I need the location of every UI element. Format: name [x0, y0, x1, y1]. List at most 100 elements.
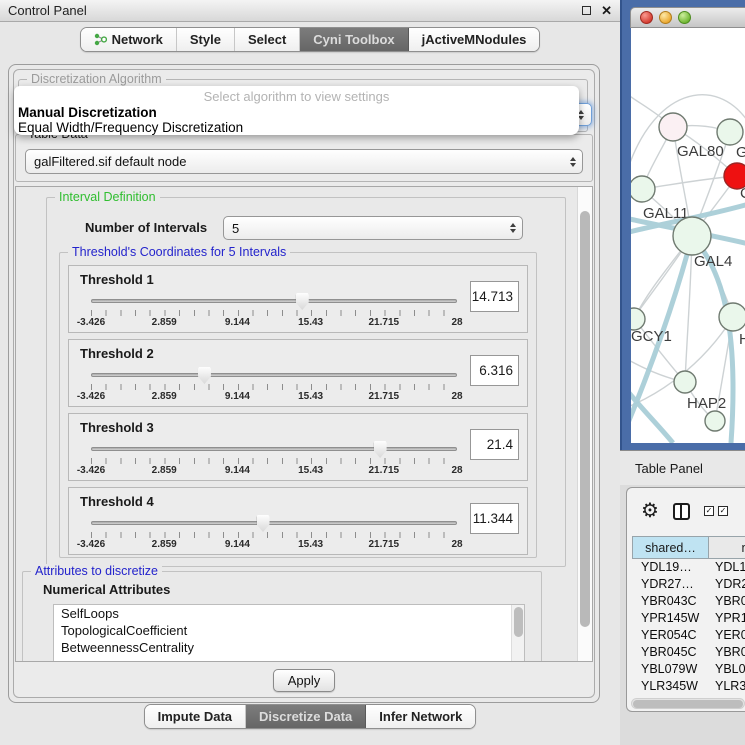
table-data-combobox[interactable]: galFiltered.sif default node [25, 149, 583, 174]
table-cell[interactable]: YBR043C [632, 593, 712, 610]
table-row[interactable]: YBR043CYBR0 [632, 593, 745, 610]
slider-track[interactable] [91, 299, 457, 303]
table-row[interactable]: YBR045CYBR0 [632, 644, 745, 661]
threshold-slider[interactable]: -3.426 2.859 9.144 15.43 21.715 28 [91, 441, 457, 479]
table-cell[interactable]: YDR27… [632, 576, 712, 593]
tab-style[interactable]: Style [177, 28, 235, 51]
tab-jactivemnodules[interactable]: jActiveMNodules [409, 28, 540, 51]
checkbox-icon[interactable]: ✓ [704, 506, 714, 516]
column-checkboxes: ✓ ✓ [704, 506, 728, 516]
dropdown-option-manual[interactable]: Manual Discretization [14, 105, 579, 120]
table-cell[interactable]: YBR045C [632, 644, 712, 661]
tab-discretize-data[interactable]: Discretize Data [246, 705, 366, 728]
tab-impute-data[interactable]: Impute Data [145, 705, 246, 728]
table-cell[interactable]: YBR0 [712, 644, 745, 661]
slider-thumb[interactable] [374, 441, 387, 458]
network-window-titlebar[interactable] [630, 7, 745, 28]
table-data-group: Table Data galFiltered.sif default node [15, 134, 593, 182]
checkbox-icon[interactable]: ✓ [718, 506, 728, 516]
numerical-attributes-label: Numerical Attributes [43, 582, 170, 597]
slider-track[interactable] [91, 521, 457, 525]
gear-icon[interactable]: ⚙ [641, 501, 659, 521]
network-node-label: H [739, 331, 745, 348]
table-cell[interactable]: YLR3 [712, 678, 745, 695]
tab-network[interactable]: Network [81, 28, 177, 51]
table-row[interactable]: YPR145WYPR1 [632, 610, 745, 627]
dropdown-prompt-item[interactable]: Select algorithm to view settings [14, 88, 579, 105]
threshold-value-field[interactable]: 14.713 [470, 281, 519, 312]
slider-ticks [91, 532, 458, 538]
table-panel-header: Table Panel [620, 450, 745, 485]
tab-label: Cyni Toolbox [313, 32, 394, 47]
threshold-value-field[interactable]: 21.4 [470, 429, 519, 460]
scrollbar-thumb[interactable] [633, 700, 743, 708]
scrollbar-thumb[interactable] [580, 211, 590, 627]
slider-thumb[interactable] [198, 367, 211, 384]
column-header-name[interactable]: na [709, 536, 745, 559]
network-node[interactable] [717, 119, 743, 145]
minimize-traffic-light-icon[interactable] [659, 11, 672, 24]
network-node[interactable] [674, 371, 696, 393]
table-row[interactable]: YDR27…YDR2 [632, 576, 745, 593]
network-node[interactable] [705, 411, 725, 431]
network-canvas[interactable]: GAL80GACGAL11GAL4GCY1HHAP2 [631, 28, 745, 443]
table-row[interactable]: YLR345WYLR3 [632, 678, 745, 695]
tick-label: 9.144 [225, 539, 250, 550]
table-cell[interactable]: YPR1 [712, 610, 745, 627]
table-row[interactable]: YER054CYER0 [632, 627, 745, 644]
slider-thumb[interactable] [257, 515, 270, 532]
tab-cyni-toolbox[interactable]: Cyni Toolbox [300, 28, 408, 51]
apply-button[interactable]: Apply [273, 669, 336, 692]
float-window-icon[interactable] [582, 6, 591, 15]
network-node[interactable] [659, 113, 687, 141]
number-of-intervals-combobox[interactable]: 5 [223, 216, 523, 240]
threshold-slider[interactable]: -3.426 2.859 9.144 15.43 21.715 28 [91, 293, 457, 331]
network-node[interactable] [719, 303, 745, 331]
stepper-up-icon [510, 223, 516, 227]
slider-track[interactable] [91, 447, 457, 451]
network-node[interactable] [631, 176, 655, 202]
dropdown-option-equal-width[interactable]: Equal Width/Frequency Discretization [14, 120, 579, 135]
table-cell[interactable]: YBL079W [632, 661, 712, 678]
threshold-value-field[interactable]: 11.344 [470, 503, 519, 534]
tab-select[interactable]: Select [235, 28, 300, 51]
table-horizontal-scrollbar[interactable] [631, 698, 745, 709]
table-cell[interactable]: YDL19… [632, 559, 712, 576]
table-cell[interactable]: YDR2 [712, 576, 745, 593]
numerical-attributes-list[interactable]: SelfLoops TopologicalCoefficient Between… [53, 604, 525, 662]
table-cell[interactable]: YDL1 [712, 559, 745, 576]
tick-label: 15.43 [298, 465, 323, 476]
table-cell[interactable]: YER0 [712, 627, 745, 644]
tab-label: Style [190, 32, 221, 47]
list-item[interactable]: SelfLoops [54, 605, 524, 622]
table-cell[interactable]: YPR145W [632, 610, 712, 627]
list-item[interactable]: TopologicalCoefficient [54, 622, 524, 639]
list-item[interactable]: BetweennessCentrality [54, 639, 524, 656]
table-toolbar: ⚙ ✓ ✓ [627, 494, 728, 528]
table-row[interactable]: YBL079WYBL0 [632, 661, 745, 678]
close-traffic-light-icon[interactable] [640, 11, 653, 24]
table-cell[interactable]: YLR345W [632, 678, 712, 695]
threshold-value-field[interactable]: 6.316 [470, 355, 519, 386]
network-node-label: GAL80 [677, 143, 724, 160]
threshold-label: Threshold 1 [80, 272, 154, 287]
table-cell[interactable]: YBL0 [712, 661, 745, 678]
threshold-slider[interactable]: -3.426 2.859 9.144 15.43 21.715 28 [91, 515, 457, 553]
table-row[interactable]: YDL19…YDL1 [632, 559, 745, 576]
column-header-shared-name[interactable]: shared… [632, 536, 709, 559]
tab-infer-network[interactable]: Infer Network [366, 705, 475, 728]
scrollbar-thumb[interactable] [514, 607, 523, 637]
network-node[interactable] [631, 308, 645, 330]
list-scrollbar[interactable] [511, 605, 524, 662]
slider-thumb[interactable] [296, 293, 309, 310]
network-node[interactable] [673, 217, 711, 255]
slider-track[interactable] [91, 373, 457, 377]
table-cell[interactable]: YER054C [632, 627, 712, 644]
close-icon[interactable]: ✕ [601, 4, 612, 17]
table-cell[interactable]: YBR0 [712, 593, 745, 610]
threshold-slider[interactable]: -3.426 2.859 9.144 15.43 21.715 28 [91, 367, 457, 405]
zoom-traffic-light-icon[interactable] [678, 11, 691, 24]
columns-icon[interactable] [673, 503, 690, 520]
tick-label: 28 [451, 465, 462, 476]
panel-scrollbar[interactable] [577, 187, 592, 661]
